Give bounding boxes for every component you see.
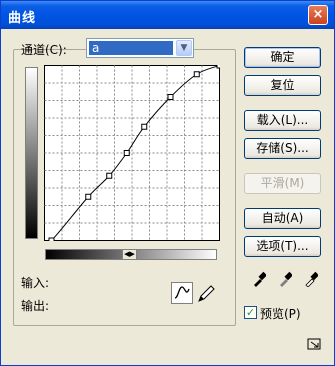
window-title: 曲线 xyxy=(8,11,37,26)
curve-point[interactable] xyxy=(141,123,148,130)
close-icon[interactable]: × xyxy=(308,5,328,25)
output-label: 输出: xyxy=(21,299,50,313)
auto-button[interactable]: 自动(A) xyxy=(244,208,321,229)
smooth-button[interactable]: 平滑(M) xyxy=(244,173,321,194)
curve-point[interactable] xyxy=(193,71,200,78)
curve-point[interactable] xyxy=(85,193,92,200)
save-button[interactable]: 存储(S)... xyxy=(244,138,321,159)
load-button[interactable]: 载入(L)... xyxy=(244,110,321,131)
dropdown-arrow-icon[interactable]: ▼ xyxy=(176,40,192,56)
curve-tool-icon[interactable] xyxy=(171,282,193,304)
channel-value: a xyxy=(89,41,173,55)
black-eyedropper-icon[interactable] xyxy=(252,271,266,287)
output-gradient-bar xyxy=(25,67,38,239)
preview-label: 预览(P) xyxy=(260,307,301,321)
input-label: 输入: xyxy=(21,276,50,290)
gray-eyedropper-icon[interactable] xyxy=(278,271,292,287)
curves-dialog: 曲线 × 通道(C): a ▼ ◀▶ 输入: 输出: 确定 复位 载入(L)..… xyxy=(0,0,335,366)
curve-point[interactable] xyxy=(48,237,55,241)
curve-point[interactable] xyxy=(216,65,220,69)
curve-point[interactable] xyxy=(123,150,130,156)
reset-button[interactable]: 复位 xyxy=(244,75,321,96)
preview-checkbox[interactable]: ✓ xyxy=(244,306,257,319)
gradient-toggle-icon[interactable]: ◀▶ xyxy=(122,249,137,260)
curve-graph[interactable] xyxy=(44,65,220,241)
title-bar[interactable]: 曲线 × xyxy=(1,1,334,29)
curve-point[interactable] xyxy=(167,94,174,100)
expand-icon[interactable] xyxy=(307,338,323,352)
ok-button[interactable]: 确定 xyxy=(244,47,321,68)
input-gradient-bar: ◀▶ xyxy=(45,249,217,260)
curve-point[interactable] xyxy=(106,172,113,179)
white-eyedropper-icon[interactable] xyxy=(304,271,318,287)
pencil-icon[interactable] xyxy=(195,282,217,304)
channel-label: 通道(C): xyxy=(21,43,67,57)
options-button[interactable]: 选项(T)... xyxy=(244,236,321,257)
channel-select[interactable]: a ▼ xyxy=(86,38,194,58)
